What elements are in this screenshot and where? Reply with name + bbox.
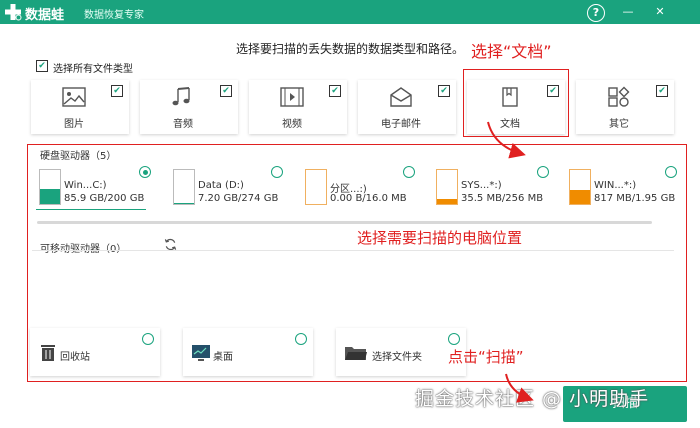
type-card-video[interactable]: ✔ 视频 xyxy=(249,80,347,134)
select-all-checkbox[interactable]: ✔ xyxy=(36,60,48,72)
minimize-button[interactable]: — xyxy=(618,2,638,22)
drive-radio[interactable] xyxy=(537,166,549,178)
type-label: 其它 xyxy=(609,119,629,130)
drive-radio[interactable] xyxy=(139,166,151,178)
location-label: 选择文件夹 xyxy=(372,352,422,363)
drive-icon xyxy=(39,169,61,205)
app-name: 数据蛙 xyxy=(25,8,65,23)
drive-size: 85.9 GB/200 GB xyxy=(64,193,145,204)
drive-size: 7.20 GB/274 GB xyxy=(198,193,279,204)
help-button[interactable]: ? xyxy=(587,4,605,22)
document-highlight-box xyxy=(463,69,569,137)
close-button[interactable]: ✕ xyxy=(650,2,670,22)
drive-icon xyxy=(173,169,195,205)
page-instruction: 选择要扫描的丢失数据的数据类型和路径。 xyxy=(236,42,465,56)
desktop-icon xyxy=(192,345,210,361)
location-label: 回收站 xyxy=(60,352,90,363)
drive-radio[interactable] xyxy=(271,166,283,178)
trash-icon xyxy=(41,345,55,361)
annotation-select-docs: 选择“文档” xyxy=(471,42,552,61)
type-card-image[interactable]: ✔ 图片 xyxy=(31,80,129,134)
mail-icon xyxy=(390,87,412,107)
type-card-audio[interactable]: ✔ 音频 xyxy=(140,80,238,134)
drive-icon xyxy=(305,169,327,205)
selected-drive-underline xyxy=(36,209,146,210)
type-checkbox-video[interactable]: ✔ xyxy=(329,85,341,97)
drive-radio[interactable] xyxy=(665,166,677,178)
watermark: 掘金技术社区 @ 小明助手 xyxy=(415,388,650,410)
drive-name: SYS...*:) xyxy=(461,180,502,191)
removable-drives-panel xyxy=(32,250,674,321)
drive-icon xyxy=(436,169,458,205)
type-label: 视频 xyxy=(282,119,302,130)
location-select-folder[interactable]: 选择文件夹 xyxy=(336,328,466,376)
music-icon xyxy=(172,87,190,106)
location-radio[interactable] xyxy=(295,333,307,345)
type-checkbox-audio[interactable]: ✔ xyxy=(220,85,232,97)
drive-item[interactable]: 分区...:) 0.00 B/16.0 MB xyxy=(305,163,435,209)
drive-item[interactable]: WIN...*:) 817 MB/1.95 GB xyxy=(569,163,699,209)
drive-name: Data (D:) xyxy=(198,180,244,191)
video-icon xyxy=(280,87,304,107)
drive-item[interactable]: Data (D:) 7.20 GB/274 GB xyxy=(173,163,303,209)
type-label: 图片 xyxy=(64,119,84,130)
drive-name: Win...C:) xyxy=(64,180,107,191)
drive-size: 817 MB/1.95 GB xyxy=(594,193,676,204)
drive-size: 0.00 B/16.0 MB xyxy=(330,193,407,204)
drive-icon xyxy=(569,169,591,205)
type-label: 音频 xyxy=(173,119,193,130)
type-checkbox-image[interactable]: ✔ xyxy=(111,85,123,97)
location-desktop[interactable]: 桌面 xyxy=(183,328,313,376)
type-checkbox-email[interactable]: ✔ xyxy=(438,85,450,97)
location-recycle-bin[interactable]: 回收站 xyxy=(30,328,160,376)
drive-name: WIN...*:) xyxy=(594,180,637,191)
annotation-select-location: 选择需要扫描的电脑位置 xyxy=(357,229,523,247)
other-icon xyxy=(608,86,630,107)
type-card-email[interactable]: ✔ 电子邮件 xyxy=(358,80,456,134)
type-card-other[interactable]: ✔ 其它 xyxy=(576,80,674,134)
drives-scrollbar[interactable] xyxy=(37,221,652,224)
annotation-click-scan: 点击“扫描” xyxy=(448,348,524,366)
image-icon xyxy=(62,87,86,107)
folder-icon xyxy=(345,347,367,360)
location-radio[interactable] xyxy=(448,333,460,345)
type-label: 电子邮件 xyxy=(381,119,421,130)
type-checkbox-other[interactable]: ✔ xyxy=(656,85,668,97)
app-subtitle: 数据恢复专家 xyxy=(84,10,144,21)
drive-radio[interactable] xyxy=(403,166,415,178)
select-all-label: 选择所有文件类型 xyxy=(53,64,133,75)
drive-size: 35.5 MB/256 MB xyxy=(461,193,544,204)
app-logo-icon xyxy=(5,4,22,21)
location-radio[interactable] xyxy=(142,333,154,345)
hard-drives-title: 硬盘驱动器（5） xyxy=(40,151,117,162)
location-label: 桌面 xyxy=(213,352,233,363)
